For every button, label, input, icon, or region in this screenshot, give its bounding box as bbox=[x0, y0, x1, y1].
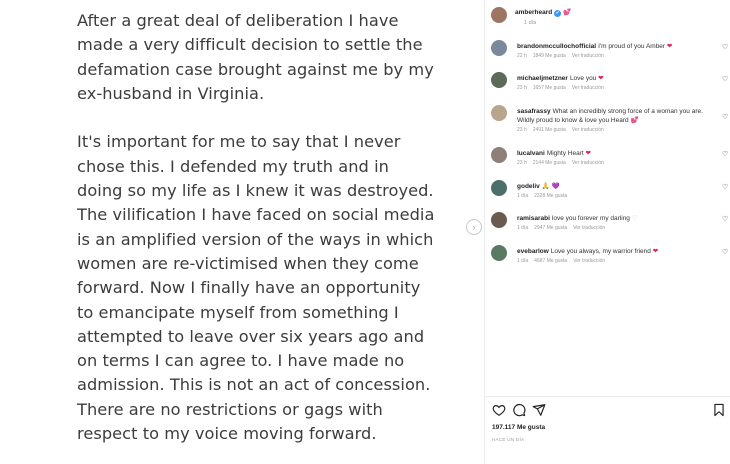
comment-emoji: 💕 bbox=[630, 117, 639, 125]
comments-panel: amberheard ✓ 💕 1 día brandonmccullochoffic… bbox=[485, 0, 730, 464]
comment-item: lucalvani Mighty Heart ❤ 23 h 2144 Me gust… bbox=[491, 147, 728, 177]
comment-text: sasafrassy What an incredibly strong forc… bbox=[517, 107, 707, 125]
comment-likes[interactable]: 1849 Me gusta bbox=[533, 53, 566, 59]
comment-username[interactable]: evebarlow bbox=[517, 248, 549, 255]
verified-badge-icon: ✓ bbox=[554, 10, 562, 17]
translate-link[interactable]: Ver traducción bbox=[573, 225, 605, 231]
comment-text: lucalvani Mighty Heart ❤ bbox=[517, 149, 707, 158]
comment-body: love you forever my darling bbox=[551, 215, 630, 222]
comment-username[interactable]: godeliv bbox=[517, 183, 540, 190]
comment-emoji: ❤ bbox=[598, 75, 604, 82]
comment-text: michaeljmetzner Love you ❤ bbox=[517, 74, 707, 83]
heart-icon[interactable] bbox=[492, 403, 506, 417]
statement-paragraph-2: It's important for me to say that I neve… bbox=[77, 132, 435, 444]
comment-item: michaeljmetzner Love you ❤ 23 h 1657 Me gu… bbox=[491, 72, 728, 102]
comment-item: ramisarabi love you forever my darling ♡ … bbox=[491, 212, 728, 242]
comment-likes[interactable]: 1657 Me gusta bbox=[533, 85, 566, 91]
comment-time: 1 día bbox=[517, 258, 529, 264]
comment-username[interactable]: lucalvani bbox=[517, 150, 545, 157]
bookmark-icon[interactable] bbox=[712, 403, 726, 417]
comment-item: evebarlow Love you always, my warrior fri… bbox=[491, 245, 728, 275]
comment-emoji: ❤ bbox=[585, 150, 591, 157]
comment-time: 23 h bbox=[517, 85, 527, 91]
translate-link[interactable]: Ver traducción bbox=[572, 160, 604, 166]
chevron-right-icon[interactable]: › bbox=[466, 219, 482, 235]
comment-meta: 1 día 2947 Me gusta Ver traducción bbox=[517, 225, 611, 231]
comment-text: evebarlow Love you always, my warrior fri… bbox=[517, 247, 707, 256]
like-comment-heart-icon[interactable]: ♡ bbox=[722, 43, 728, 51]
comment-meta: 23 h 2491 Me gusta Ver traducción bbox=[517, 127, 610, 133]
comment-time: 23 h bbox=[517, 127, 527, 133]
comment-text: godeliv 🙏 💜 bbox=[517, 182, 707, 191]
actions-divider bbox=[485, 396, 730, 397]
comment-likes[interactable]: 2328 Me gusta bbox=[534, 193, 567, 199]
avatar[interactable] bbox=[491, 212, 507, 228]
post-age: HACE UN DÍA bbox=[492, 437, 525, 442]
comment-emoji: ♡ bbox=[631, 215, 638, 222]
avatar[interactable] bbox=[491, 40, 507, 56]
like-comment-heart-icon[interactable]: ♡ bbox=[722, 183, 728, 191]
comment-meta: 23 h 2144 Me gusta Ver traducción bbox=[517, 160, 610, 166]
comment-item: brandonmccullochofficial I'm proud of you… bbox=[491, 40, 728, 70]
comment-likes[interactable]: 2491 Me gusta bbox=[533, 127, 566, 133]
comment-text: ramisarabi love you forever my darling ♡ bbox=[517, 214, 707, 223]
translate-link[interactable]: Ver traducción bbox=[572, 127, 604, 133]
statement-paragraph-1: After a great deal of deliberation I hav… bbox=[77, 11, 434, 103]
comment-body: Love you always, my warrior friend bbox=[550, 248, 651, 255]
header-emoji: 💕 bbox=[563, 9, 572, 16]
avatar[interactable] bbox=[491, 147, 507, 163]
comment-body: I'm proud of you Amber bbox=[598, 43, 666, 50]
like-comment-heart-icon[interactable]: ♡ bbox=[722, 248, 728, 256]
comment-meta: 23 h 1657 Me gusta Ver traducción bbox=[517, 85, 610, 91]
comment-body: Mighty Heart bbox=[546, 150, 584, 157]
comment-username[interactable]: brandonmccullochofficial bbox=[517, 43, 596, 50]
like-comment-heart-icon[interactable]: ♡ bbox=[722, 150, 728, 158]
avatar[interactable] bbox=[491, 72, 507, 88]
comment-icon[interactable] bbox=[512, 403, 526, 417]
like-comment-heart-icon[interactable]: ♡ bbox=[722, 113, 728, 121]
post-statement: After a great deal of deliberation I hav… bbox=[77, 9, 437, 446]
comment-time: 1 día bbox=[517, 193, 529, 199]
like-comment-heart-icon[interactable]: ♡ bbox=[722, 215, 728, 223]
comment-time: 1 día bbox=[517, 225, 529, 231]
comment-time: 23 h bbox=[517, 160, 527, 166]
comment-likes[interactable]: 4687 Me gusta bbox=[534, 258, 567, 264]
avatar[interactable] bbox=[491, 7, 507, 23]
comment-meta: 22 h 1849 Me gusta Ver traducción bbox=[517, 53, 610, 59]
comment-username[interactable]: ramisarabi bbox=[517, 215, 550, 222]
translate-link[interactable]: Ver traducción bbox=[573, 258, 605, 264]
avatar[interactable] bbox=[491, 180, 507, 196]
comment-emoji: ❤ bbox=[666, 43, 673, 50]
share-icon[interactable] bbox=[532, 403, 546, 417]
translate-link[interactable]: Ver traducción bbox=[572, 53, 604, 59]
avatar[interactable] bbox=[491, 245, 507, 261]
comment-body: 🙏 💜 bbox=[541, 183, 560, 190]
comment-time: 22 h bbox=[517, 53, 527, 59]
likes-count[interactable]: 197.117 Me gusta bbox=[492, 424, 545, 431]
comment-text: brandonmccullochofficial I'm proud of you… bbox=[517, 42, 707, 51]
action-bar bbox=[492, 403, 727, 419]
like-comment-heart-icon[interactable]: ♡ bbox=[722, 75, 728, 83]
author-username[interactable]: amberheard bbox=[515, 9, 552, 16]
translate-link[interactable]: Ver traducción bbox=[572, 85, 604, 91]
comment-item: sasafrassy What an incredibly strong forc… bbox=[491, 105, 728, 135]
comment-username[interactable]: michaeljmetzner bbox=[517, 75, 568, 82]
comment-username[interactable]: sasafrassy bbox=[517, 108, 551, 115]
comment-meta: 1 día 4687 Me gusta Ver traducción bbox=[517, 258, 611, 264]
avatar[interactable] bbox=[491, 105, 507, 121]
comment-likes[interactable]: 2947 Me gusta bbox=[534, 225, 567, 231]
comment-body: Love you bbox=[569, 75, 597, 82]
comment-item: godeliv 🙏 💜 1 día 2328 Me gusta ♡ bbox=[491, 180, 728, 210]
comment-likes[interactable]: 2144 Me gusta bbox=[533, 160, 566, 166]
post-time: 1 día bbox=[524, 20, 537, 26]
post-image: After a great deal of deliberation I hav… bbox=[0, 0, 484, 464]
post-header: amberheard ✓ 💕 1 día bbox=[491, 7, 721, 31]
comment-meta: 1 día 2328 Me gusta bbox=[517, 193, 573, 199]
post-author[interactable]: amberheard ✓ 💕 bbox=[515, 8, 571, 17]
comment-emoji: ❤ bbox=[652, 248, 659, 255]
